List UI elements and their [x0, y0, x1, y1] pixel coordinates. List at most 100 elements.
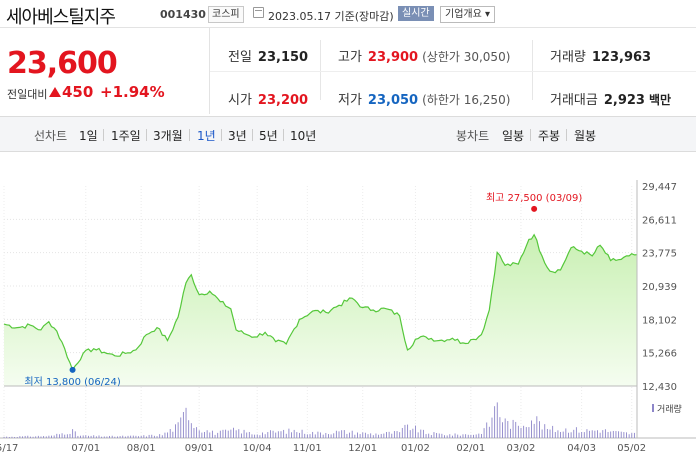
volume-bar — [95, 436, 97, 438]
divider — [210, 71, 696, 72]
tab-3y[interactable]: 3년 — [228, 127, 247, 144]
tab-monthly[interactable]: 월봉 — [574, 127, 596, 144]
divider — [283, 129, 284, 141]
stock-code: 001430 — [160, 8, 206, 21]
volume-bar — [573, 429, 575, 438]
volume-bar — [138, 436, 140, 438]
tab-1d[interactable]: 1일 — [79, 127, 98, 144]
volume-bar — [322, 434, 324, 438]
volume-bar — [32, 436, 34, 438]
volume-bar — [309, 434, 311, 438]
current-price-panel: 23,600 전일대비 450 +1.94% — [0, 28, 210, 114]
volume-bar — [483, 428, 485, 438]
tab-3m[interactable]: 3개월 — [153, 127, 183, 144]
price-chart-svg[interactable]: 29,447 26,611 23,775 20,939 18,102 15,266 12,4… — [0, 170, 696, 471]
volume-bar — [254, 434, 256, 438]
volume-bar — [354, 434, 356, 438]
volume-bar — [565, 428, 567, 438]
volume-bar — [225, 429, 227, 438]
stock-header: 세아베스틸지주 001430 코스피 2023.05.17 기준(장마감) 실시… — [0, 0, 696, 28]
x-tick-label: 03/02 — [507, 443, 536, 454]
volume-bar — [82, 435, 84, 438]
stat-open: 시가 23,200 — [228, 93, 309, 108]
volume-bar — [214, 434, 216, 438]
volume-bar — [591, 430, 593, 438]
volume-bar — [124, 436, 126, 438]
volume-bar — [235, 430, 237, 438]
volume-bar — [24, 435, 26, 438]
tab-10y[interactable]: 10년 — [290, 127, 316, 144]
price-chart[interactable]: 29,447 26,611 23,775 20,939 18,102 15,266 12,4… — [0, 170, 696, 471]
volume-bar — [583, 432, 585, 438]
volume-bar — [401, 427, 403, 438]
volume-bar — [103, 436, 105, 438]
y-tick-label: 15,266 — [642, 349, 677, 360]
stock-name[interactable]: 세아베스틸지주 — [6, 3, 116, 29]
volume-bar — [167, 432, 169, 438]
tab-1w[interactable]: 1주일 — [111, 127, 141, 144]
volume-bar — [190, 423, 192, 438]
max-marker — [531, 205, 538, 212]
volume-bar — [615, 431, 617, 438]
market-badge: 코스피 — [208, 6, 244, 23]
company-info-button[interactable]: 기업개요 ▾ — [440, 6, 495, 23]
x-tick-label: 04/03 — [567, 443, 596, 454]
volume-bar — [161, 435, 163, 438]
volume-bar — [554, 432, 556, 438]
volume-bar — [568, 432, 569, 438]
volume-bar — [109, 435, 110, 438]
volume-bar — [343, 430, 345, 438]
tab-1y[interactable]: 1년 — [197, 127, 216, 144]
divider — [146, 129, 147, 141]
x-tick-label: 05/02 — [617, 443, 646, 454]
volume-bar — [204, 431, 205, 438]
tab-daily[interactable]: 일봉 — [502, 127, 524, 144]
volume-bar — [288, 428, 290, 438]
volume-bar — [27, 435, 29, 438]
volume-bar — [628, 434, 630, 438]
volume-bar — [69, 433, 71, 438]
volume-bar — [370, 433, 372, 438]
volume-bar — [16, 437, 18, 438]
volume-bar — [159, 434, 161, 438]
volume-bar — [486, 422, 488, 438]
volume-bar — [6, 436, 8, 438]
volume-bar — [293, 429, 295, 438]
realtime-button[interactable]: 실시간 — [398, 6, 434, 21]
current-price: 23,600 — [7, 46, 118, 81]
volume-bar — [246, 432, 248, 438]
volume-bar — [227, 430, 229, 438]
volume-bar — [430, 435, 432, 438]
volume-bar — [441, 433, 443, 438]
base-date: 2023.05.17 기준(장마감) — [268, 10, 394, 23]
volume-bar — [560, 431, 562, 438]
volume-bar — [436, 432, 438, 438]
volume-bar — [151, 434, 153, 438]
volume-bar — [520, 427, 522, 438]
volume-bar — [578, 432, 580, 438]
divider — [530, 129, 531, 141]
volume-bar — [412, 428, 414, 438]
volume-bar — [130, 435, 132, 438]
volume-bar — [378, 434, 380, 438]
tab-weekly[interactable]: 주봉 — [538, 127, 560, 144]
volume-bar — [283, 429, 285, 438]
volume-bar — [156, 436, 158, 438]
volume-bar — [240, 433, 242, 438]
volume-bar — [478, 433, 480, 438]
volume-bar — [502, 422, 503, 438]
volume-bar — [480, 433, 482, 438]
volume-bar — [188, 420, 190, 438]
volume-bar — [330, 434, 332, 438]
volume-bar — [243, 429, 245, 438]
tab-5y[interactable]: 5년 — [259, 127, 278, 144]
volume-bar — [8, 437, 10, 438]
volume-bar — [407, 424, 409, 438]
x-tick-label: 12/01 — [348, 443, 377, 454]
volume-bar — [66, 434, 68, 438]
calendar-icon — [253, 7, 264, 18]
volume-bar — [217, 432, 219, 438]
volume-bar — [581, 432, 583, 438]
volume-bar — [546, 428, 548, 438]
volume-bar — [462, 434, 464, 438]
